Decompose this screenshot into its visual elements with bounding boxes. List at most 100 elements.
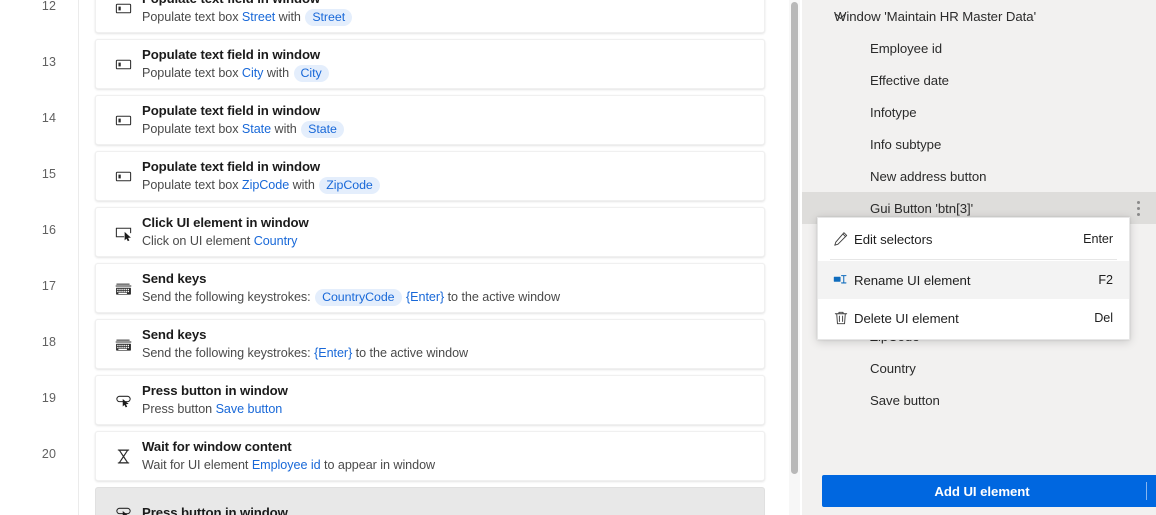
keystroke-token: {Enter} bbox=[405, 290, 445, 304]
hourglass-icon bbox=[96, 431, 142, 481]
description-prefix: Send the following keystrokes: bbox=[142, 346, 315, 360]
flow-row: 18 Send keys Send the following keystrokes… bbox=[0, 314, 789, 370]
chevron-down-icon[interactable] bbox=[832, 0, 848, 32]
element-link: City bbox=[241, 66, 264, 80]
action-description: Wait for UI element Employee id to appea… bbox=[142, 456, 754, 474]
action-title: Press button in window bbox=[142, 383, 288, 398]
tree-item-label: Effective date bbox=[870, 72, 949, 88]
action-card-body: Populate text field in windowPopulate te… bbox=[142, 158, 764, 194]
action-title: Populate text field in window bbox=[142, 0, 754, 7]
description-middle: with bbox=[271, 122, 301, 136]
tree-item[interactable]: New address button bbox=[802, 160, 1156, 192]
add-ui-element-button[interactable]: Add UI element bbox=[822, 475, 1156, 507]
description-prefix: Wait for UI element bbox=[142, 458, 252, 472]
description-prefix: Populate text box bbox=[142, 178, 242, 192]
tree-item[interactable]: Info subtype bbox=[802, 128, 1156, 160]
description-middle: with bbox=[263, 66, 293, 80]
tree-item-label: Infotype bbox=[870, 104, 917, 120]
element-link: ZipCode bbox=[241, 178, 290, 192]
row-number: 13 bbox=[41, 55, 56, 69]
keyboard-icon bbox=[96, 319, 142, 369]
action-description: Press button Save button bbox=[142, 400, 754, 418]
element-link: Country bbox=[253, 234, 298, 248]
action-card[interactable]: Wait for window content Wait for UI eleme… bbox=[95, 431, 765, 481]
context-menu-label: Edit selectors bbox=[854, 231, 933, 247]
context-menu-item[interactable]: Rename UI element F2 bbox=[818, 261, 1129, 299]
element-link: Employee id bbox=[251, 458, 321, 472]
action-card[interactable]: Press button in window bbox=[95, 487, 765, 515]
action-title: Wait for window content bbox=[142, 439, 292, 454]
flow-row: 12Populate text field in windowPopulate … bbox=[0, 0, 789, 34]
description-suffix: to the active window bbox=[444, 290, 561, 304]
action-card[interactable]: Send keys Send the following keystrokes: … bbox=[95, 319, 765, 369]
action-card-body: Populate text field in window Populate te… bbox=[142, 0, 764, 26]
action-title: Send keys bbox=[142, 327, 207, 342]
context-menu-items: Edit selectors Enter Rename UI element F2 De… bbox=[818, 220, 1129, 337]
action-card[interactable]: Send keys Send the following keystrokes: … bbox=[95, 263, 765, 313]
rename-icon bbox=[818, 261, 854, 299]
variable-chip: Street bbox=[305, 9, 353, 26]
action-card-body: Wait for window content Wait for UI eleme… bbox=[142, 438, 764, 474]
action-card[interactable]: Press button in window Press button Save … bbox=[95, 375, 765, 425]
tree-item[interactable]: Country bbox=[802, 352, 1156, 384]
textbox-icon bbox=[96, 0, 142, 33]
flow-row: 17 Send keys Send the following keystrokes… bbox=[0, 258, 789, 314]
variable-chip: State bbox=[301, 121, 344, 138]
tree-item-label: Info subtype bbox=[870, 136, 942, 152]
flow-actions-pane: 12Populate text field in windowPopulate … bbox=[0, 0, 789, 515]
power-automate-designer: 12Populate text field in windowPopulate … bbox=[0, 0, 1156, 515]
context-menu-shortcut: F2 bbox=[1098, 273, 1113, 287]
action-card-body: Populate text field in windowPopulate te… bbox=[142, 46, 764, 82]
click-element-icon bbox=[96, 207, 142, 257]
tree-root-window[interactable]: Window 'Maintain HR Master Data' bbox=[802, 0, 1156, 32]
action-card[interactable]: Populate text field in windowPopulate te… bbox=[95, 39, 765, 89]
action-title: Send keys bbox=[142, 271, 207, 286]
variable-chip: ZipCode bbox=[319, 177, 380, 194]
description-prefix: Press button bbox=[142, 402, 216, 416]
row-number: 20 bbox=[41, 447, 56, 461]
action-description: Click on UI element Country bbox=[142, 232, 754, 250]
press-button-icon bbox=[96, 487, 142, 515]
action-card[interactable]: Populate text field in windowPopulate te… bbox=[95, 151, 765, 201]
context-menu-shortcut: Del bbox=[1094, 311, 1113, 325]
row-number: 19 bbox=[41, 391, 56, 405]
flow-scrollbar-thumb[interactable] bbox=[791, 2, 798, 474]
action-card[interactable]: Populate text field in windowPopulate te… bbox=[95, 95, 765, 145]
element-link: Save button bbox=[215, 402, 283, 416]
element-link: Street bbox=[241, 10, 276, 24]
textbox-icon bbox=[96, 39, 142, 89]
action-title: Populate text field in window bbox=[142, 103, 321, 118]
add-ui-element-label: Add UI element bbox=[934, 483, 1030, 499]
press-button-icon bbox=[96, 375, 142, 425]
action-card[interactable]: Populate text field in window Populate te… bbox=[95, 0, 765, 33]
tree-item-label: Save button bbox=[870, 392, 940, 408]
variable-chip: CountryCode bbox=[315, 289, 402, 306]
flow-rows-container: 12Populate text field in windowPopulate … bbox=[0, 0, 789, 515]
tree-item[interactable]: Effective date bbox=[802, 64, 1156, 96]
action-card-body: Click UI element in window Click on UI el… bbox=[142, 214, 764, 250]
more-options-icon[interactable] bbox=[1130, 192, 1146, 224]
ui-element-context-menu: Edit selectors Enter Rename UI element F2 De… bbox=[817, 217, 1130, 340]
description-suffix: to appear in window bbox=[320, 458, 436, 472]
action-card-body: Send keys Send the following keystrokes: … bbox=[142, 270, 764, 306]
action-description: Send the following keystrokes: CountryCo… bbox=[142, 288, 754, 306]
action-description: Populate text box City with City bbox=[142, 64, 754, 82]
tree-item[interactable]: Infotype bbox=[802, 96, 1156, 128]
action-card-body: Send keys Send the following keystrokes: … bbox=[142, 326, 764, 362]
flow-row: 19 Press button in window Press button Sav… bbox=[0, 370, 789, 426]
description-prefix: Populate text box bbox=[142, 66, 242, 80]
action-card-body: Press button in window Press button Save … bbox=[142, 382, 764, 418]
action-card[interactable]: Click UI element in window Click on UI el… bbox=[95, 207, 765, 257]
action-title: Click UI element in window bbox=[142, 215, 309, 230]
context-menu-item[interactable]: Delete UI element Del bbox=[818, 299, 1129, 337]
context-menu-label: Rename UI element bbox=[854, 272, 971, 288]
flow-row: 16 Click UI element in window Click on UI … bbox=[0, 202, 789, 258]
tree-item[interactable]: Save button bbox=[802, 384, 1156, 416]
description-prefix: Populate text box bbox=[142, 10, 242, 24]
tree-item-label: Gui Button 'btn[3]' bbox=[870, 200, 974, 216]
context-menu-item[interactable]: Edit selectors Enter bbox=[818, 220, 1129, 258]
tree-root-label: Window 'Maintain HR Master Data' bbox=[834, 8, 1037, 24]
tree-item[interactable]: Employee id bbox=[802, 32, 1156, 64]
flow-row: 13 Populate text field in window Populate … bbox=[0, 34, 789, 90]
description-middle: with bbox=[275, 10, 305, 24]
